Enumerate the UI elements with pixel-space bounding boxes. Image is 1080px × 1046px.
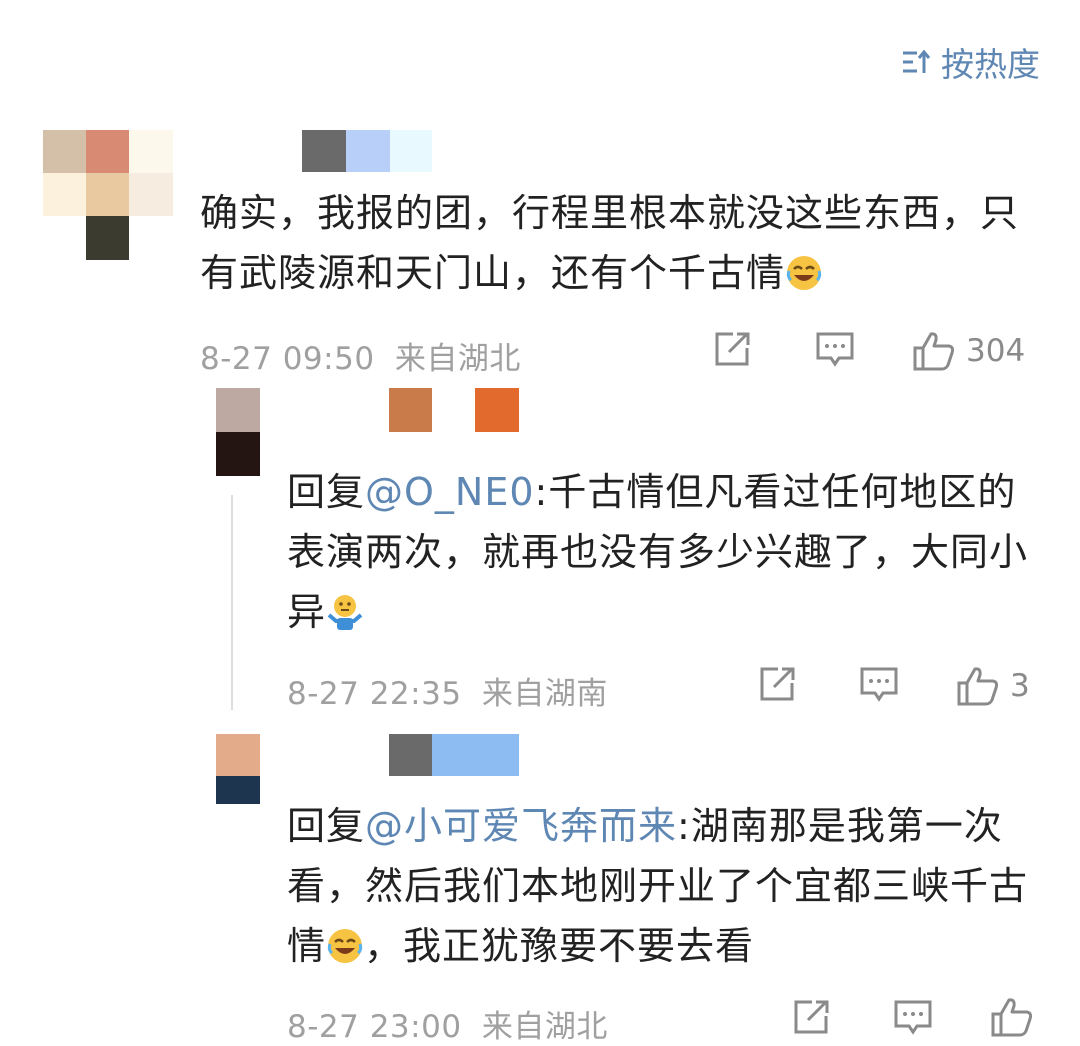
reply-body: 回复@小可爱飞奔而来:湖南那是我第一次看，然后我们本地刚开业了个宜都三峡千古情，… — [287, 804, 1029, 968]
timestamp: 8-27 09:50 — [200, 341, 375, 377]
username[interactable] — [389, 734, 519, 776]
location: 来自湖南 — [481, 676, 608, 712]
reply-meta: 8-27 23:00 来自湖北 — [287, 1001, 608, 1046]
timestamp: 8-27 22:35 — [287, 676, 462, 712]
share-icon — [758, 665, 798, 703]
share-button[interactable] — [713, 330, 753, 368]
share-icon — [792, 998, 832, 1036]
thread-line — [231, 495, 233, 710]
thumbs-up-icon — [912, 330, 956, 372]
comment-meta: 8-27 09:50 来自湖北 — [200, 333, 521, 378]
like-count: 3 — [1010, 668, 1030, 704]
username[interactable] — [302, 130, 432, 172]
location: 来自湖北 — [394, 341, 521, 377]
reply-button[interactable] — [893, 998, 933, 1038]
reply-meta: 8-27 22:35 来自湖南 — [287, 668, 608, 713]
share-button[interactable] — [792, 998, 832, 1036]
avatar[interactable] — [43, 130, 173, 260]
thumbs-up-icon — [956, 665, 1000, 707]
mention-link[interactable]: @O_NE0 — [365, 470, 535, 514]
sort-by-hot-button[interactable]: 按热度 — [901, 38, 1040, 86]
mention-link[interactable]: @小可爱飞奔而来 — [365, 804, 677, 848]
like-button[interactable]: 304 — [912, 330, 1025, 372]
reply-body: 回复@O_NE0:千古情但凡看过任何地区的表演两次，就再也没有多少兴趣了，大同小… — [287, 470, 1029, 634]
comment-icon — [859, 665, 899, 705]
share-icon — [713, 330, 753, 368]
timestamp: 8-27 23:00 — [287, 1009, 462, 1045]
thumbs-up-icon — [990, 996, 1034, 1038]
username[interactable] — [389, 388, 519, 432]
avatar[interactable] — [216, 734, 260, 804]
like-count: 304 — [966, 333, 1026, 369]
sort-label: 按热度 — [941, 45, 1040, 84]
comment-icon — [893, 998, 933, 1038]
laugh-tears-emoji — [326, 922, 364, 963]
laugh-tears-emoji — [785, 249, 823, 290]
location: 来自湖北 — [481, 1009, 608, 1045]
comment-body: 确实，我报的团，行程里根本就没这些东西，只有武陵源和天门山，还有个千古情 — [200, 191, 1020, 295]
sort-icon — [901, 49, 931, 75]
shrug-emoji — [326, 588, 364, 630]
share-button[interactable] — [758, 665, 798, 703]
reply-button[interactable] — [859, 665, 899, 705]
avatar[interactable] — [216, 388, 260, 476]
reply-button[interactable] — [815, 330, 855, 370]
like-button[interactable] — [990, 996, 1034, 1038]
comment-icon — [815, 330, 855, 370]
like-button[interactable]: 3 — [956, 665, 1030, 707]
